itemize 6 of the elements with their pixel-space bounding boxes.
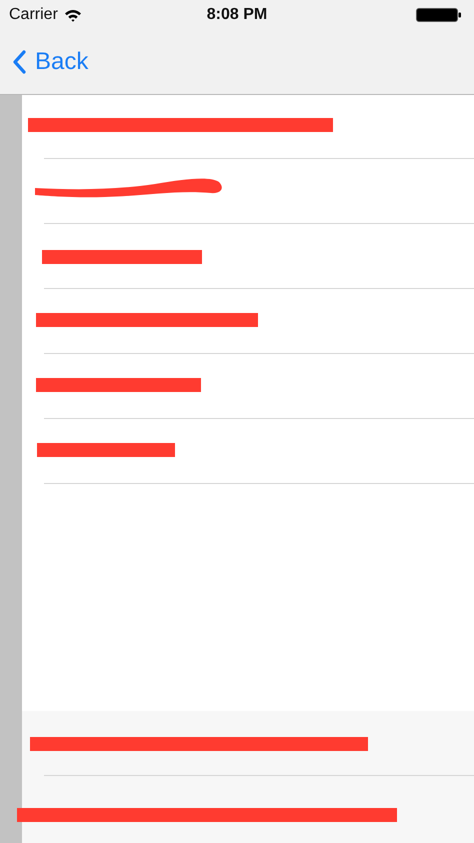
- carrier-name: Carrier: [9, 6, 58, 24]
- status-time: 8:08 PM: [206, 6, 268, 24]
- battery-icon: [416, 8, 462, 22]
- back-button[interactable]: Back: [0, 48, 88, 76]
- chevron-left-icon: [12, 50, 26, 74]
- wifi-icon: [64, 8, 82, 22]
